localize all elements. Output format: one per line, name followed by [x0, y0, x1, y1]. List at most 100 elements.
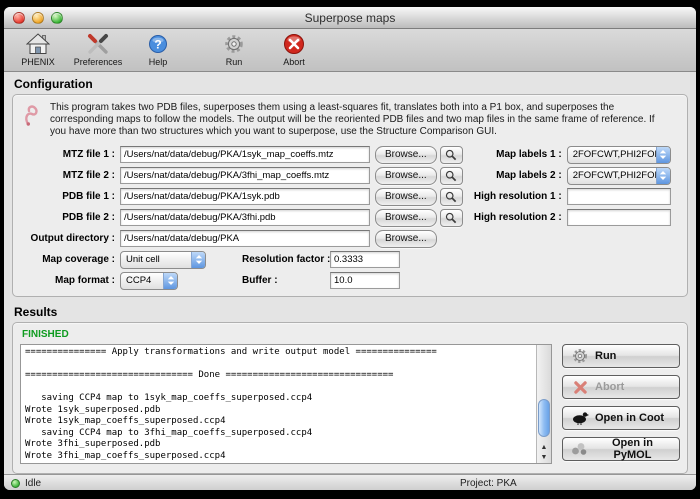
- coot-bird-icon: [571, 411, 589, 425]
- gear-icon: [571, 348, 589, 364]
- open-in-coot-button[interactable]: Open in Coot: [562, 406, 680, 430]
- close-button[interactable]: [13, 12, 25, 24]
- phenix-toolbar-button[interactable]: PHENIX: [8, 31, 68, 71]
- mtz-file-1-label: MTZ file 1 :: [20, 149, 120, 160]
- program-description: This program takes two PDB files, superp…: [50, 102, 662, 138]
- abort-button[interactable]: Abort: [562, 375, 680, 399]
- resolution-factor-input[interactable]: [330, 251, 400, 268]
- magnifier-button[interactable]: [440, 146, 463, 164]
- minimize-button[interactable]: [32, 12, 44, 24]
- pdb-file-1-input[interactable]: [120, 188, 370, 205]
- combo-stepper-icon: [656, 168, 670, 184]
- browse-button[interactable]: Browse...: [375, 188, 437, 206]
- map-coverage-combo[interactable]: Unit cell: [120, 251, 206, 269]
- program-icon: [22, 102, 42, 133]
- pdb-file-2-input[interactable]: [120, 209, 370, 226]
- pdb-file-1-row: PDB file 1 : Browse... High resolution 1…: [20, 186, 680, 207]
- browse-button[interactable]: Browse...: [375, 209, 437, 227]
- window-content: Configuration This program takes two PDB…: [4, 72, 696, 474]
- map-format-row: Map format : CCP4 Buffer :: [20, 270, 680, 291]
- mtz-file-2-input[interactable]: [120, 167, 370, 184]
- svg-text:?: ?: [154, 37, 161, 51]
- map-coverage-value: Unit cell: [121, 254, 191, 265]
- map-labels-1-label: Map labels 1 :: [469, 149, 567, 160]
- buffer-input[interactable]: [330, 272, 400, 289]
- mtz-file-2-row: MTZ file 2 : Browse... Map labels 2 : 2F…: [20, 165, 680, 186]
- log-output-area[interactable]: =============== Apply transformations an…: [20, 344, 552, 464]
- open-in-pymol-button[interactable]: Open in PyMOL: [562, 437, 680, 461]
- titlebar[interactable]: Superpose maps: [4, 7, 696, 29]
- mtz-file-1-input[interactable]: [120, 146, 370, 163]
- combo-stepper-icon: [191, 252, 205, 268]
- buffer-label: Buffer :: [242, 275, 330, 286]
- project-label: Project: PKA: [460, 478, 517, 489]
- description-row: This program takes two PDB files, superp…: [20, 100, 680, 144]
- map-labels-2-value: 2FOFCWT,PHI2FOF...: [568, 170, 656, 181]
- map-format-value: CCP4: [121, 275, 163, 286]
- pdb-file-2-label: PDB file 2 :: [20, 212, 120, 223]
- combo-stepper-icon: [656, 147, 670, 163]
- map-format-label: Map format :: [20, 275, 120, 286]
- configuration-section-title: Configuration: [14, 77, 696, 91]
- map-coverage-slot: Unit cell: [120, 251, 224, 269]
- help-toolbar-button[interactable]: ? Help: [128, 31, 188, 71]
- help-toolbar-label: Help: [149, 57, 168, 67]
- open-in-coot-label: Open in Coot: [595, 412, 664, 424]
- abort-toolbar-label: Abort: [283, 57, 305, 67]
- magnifier-button[interactable]: [440, 167, 463, 185]
- abort-icon: [283, 31, 305, 57]
- high-resolution-1-input[interactable]: [567, 188, 671, 205]
- open-in-pymol-label: Open in PyMOL: [594, 437, 671, 461]
- gear-icon: [224, 31, 244, 57]
- mtz-file-2-label: MTZ file 2 :: [20, 170, 120, 181]
- magnifier-button[interactable]: [440, 209, 463, 227]
- toolbar: PHENIX Preferences: [4, 29, 696, 72]
- high-resolution-2-label: High resolution 2 :: [469, 212, 567, 223]
- map-coverage-label: Map coverage :: [20, 254, 120, 265]
- scrollbar-thumb[interactable]: [538, 399, 550, 437]
- output-directory-input[interactable]: [120, 230, 370, 247]
- statusbar: Idle Project: PKA: [4, 474, 696, 490]
- scroll-up-arrow-icon[interactable]: ▲: [541, 443, 548, 453]
- browse-button[interactable]: Browse...: [375, 146, 437, 164]
- results-buttons: Run Abort: [562, 344, 680, 468]
- combo-stepper-icon: [163, 273, 177, 289]
- traffic-lights: [13, 12, 63, 24]
- mtz-file-1-row: MTZ file 1 : Browse... Map labels 1 : 2F…: [20, 144, 680, 165]
- magnifier-button[interactable]: [440, 188, 463, 206]
- status-dot-icon: [11, 479, 20, 488]
- map-labels-2-combo[interactable]: 2FOFCWT,PHI2FOF...: [567, 167, 671, 185]
- run-toolbar-button[interactable]: Run: [204, 31, 264, 71]
- configuration-groupbox: This program takes two PDB files, superp…: [12, 94, 688, 297]
- abort-button-label: Abort: [595, 381, 624, 393]
- log-text: =============== Apply transformations an…: [25, 347, 534, 461]
- tools-icon: [86, 31, 110, 57]
- pymol-icon: [571, 442, 588, 456]
- results-section-title: Results: [14, 305, 696, 319]
- run-button[interactable]: Run: [562, 344, 680, 368]
- map-labels-2-label: Map labels 2 :: [469, 170, 567, 181]
- scroll-down-arrow-icon[interactable]: ▼: [541, 453, 548, 463]
- abort-toolbar-button[interactable]: Abort: [264, 31, 324, 71]
- phenix-toolbar-label: PHENIX: [21, 57, 55, 67]
- output-directory-row: Output directory : Browse...: [20, 228, 680, 249]
- vertical-scrollbar[interactable]: ▲ ▼: [536, 345, 551, 463]
- high-resolution-1-label: High resolution 1 :: [469, 191, 567, 202]
- output-directory-label: Output directory :: [20, 233, 120, 244]
- status-badge: FINISHED: [22, 329, 680, 340]
- map-format-combo[interactable]: CCP4: [120, 272, 178, 290]
- help-icon: ?: [148, 31, 168, 57]
- scrollbar-arrows: ▲ ▼: [537, 441, 551, 463]
- pdb-file-1-label: PDB file 1 :: [20, 191, 120, 202]
- map-labels-1-combo[interactable]: 2FOFCWT,PHI2FOF...: [567, 146, 671, 164]
- run-toolbar-label: Run: [226, 57, 243, 67]
- map-labels-1-value: 2FOFCWT,PHI2FOF...: [568, 149, 656, 160]
- browse-button[interactable]: Browse...: [375, 230, 437, 248]
- preferences-toolbar-button[interactable]: Preferences: [68, 31, 128, 71]
- abort-x-icon: [571, 381, 589, 394]
- preferences-toolbar-label: Preferences: [74, 57, 123, 67]
- browse-button[interactable]: Browse...: [375, 167, 437, 185]
- zoom-button[interactable]: [51, 12, 63, 24]
- desktop-background: Superpose maps PHENIX: [0, 0, 700, 499]
- high-resolution-2-input[interactable]: [567, 209, 671, 226]
